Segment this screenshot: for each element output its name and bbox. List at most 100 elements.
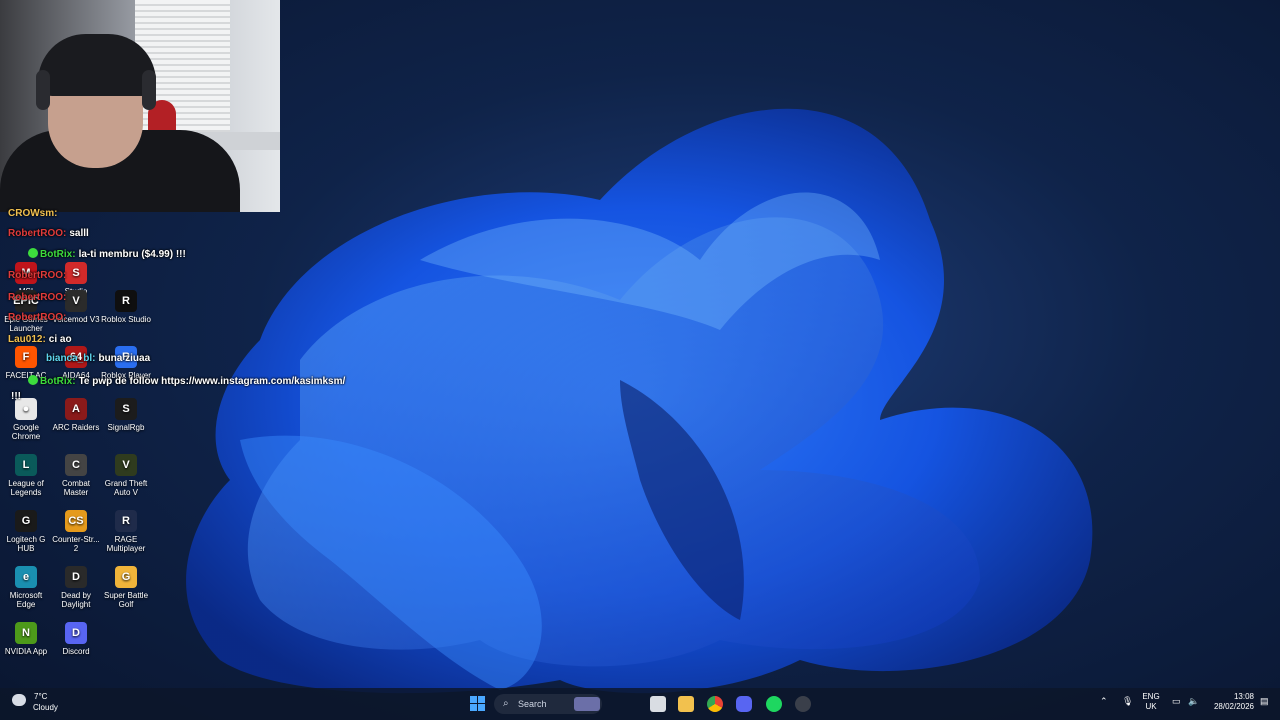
chat-username: RobertROO: — [8, 292, 67, 303]
chat-text: Te pwp de follow https://www.instagram.c… — [78, 376, 346, 387]
taskbar-search[interactable]: ⌕ Search — [494, 694, 602, 714]
lang-primary: ENG — [1142, 692, 1160, 701]
app-icon: G — [115, 566, 137, 588]
app-icon: V — [115, 454, 137, 476]
app-icon: CS — [65, 510, 87, 532]
network-icon[interactable]: ▭ — [1172, 696, 1181, 706]
chat-message: RobertROO: — [8, 312, 69, 323]
desktop-icon-label: Counter-Str... 2 — [52, 535, 100, 553]
weather-desc: Cloudy — [33, 703, 58, 712]
desktop-icon[interactable]: G Super Battle Golf — [100, 566, 152, 609]
chat-text: !!! — [11, 391, 21, 402]
chat-message: BotRix: Te pwp de follow https://www.inst… — [28, 375, 345, 387]
clock-date: 28/02/2026 — [1213, 702, 1254, 711]
chat-text: salll — [69, 228, 89, 239]
app-icon: C — [65, 454, 87, 476]
desktop-icon-label: RAGE Multiplayer — [106, 535, 146, 553]
desktop-icon[interactable]: S SignalRgb — [100, 398, 152, 432]
desktop-icon-label: Dead by Daylight — [61, 591, 91, 609]
microphone-icon[interactable]: 🎙 — [1122, 696, 1133, 706]
chat-message: CROWsm: — [8, 208, 60, 219]
desktop-icon-label: ARC Raiders — [52, 423, 100, 432]
chat-message: bianca_bl: buna ziuaa — [46, 353, 150, 364]
chat-text: buna ziuaa — [98, 353, 151, 364]
chat-username: RobertROO: — [8, 312, 67, 323]
spotify-icon[interactable] — [766, 696, 782, 712]
desktop-icon[interactable]: V Grand Theft Auto V — [100, 454, 152, 497]
chat-username: CROWsm: — [8, 208, 58, 219]
weather-temp: 7°C — [34, 692, 48, 701]
app-icon: A — [65, 398, 87, 420]
app-icon: N — [15, 622, 37, 644]
chat-username: BotRix: — [40, 376, 76, 387]
chat-username: BotRix: — [40, 249, 76, 260]
desktop-icon-label: Microsoft Edge — [9, 591, 43, 609]
app-icon: L — [15, 454, 37, 476]
lang-secondary: UK — [1145, 702, 1157, 711]
desktop-icon[interactable]: R Roblox Studio — [100, 290, 152, 324]
start-button[interactable] — [470, 696, 486, 712]
steam-icon[interactable] — [795, 696, 811, 712]
search-icon: ⌕ — [503, 698, 509, 709]
desktop-icon-label: Logitech G HUB — [6, 535, 46, 553]
task-view-icon[interactable] — [650, 696, 666, 712]
app-icon: F — [15, 346, 37, 368]
desktop-icon[interactable]: D Dead by Daylight — [50, 566, 102, 609]
chat-message: RobertROO: salll — [8, 228, 89, 239]
chat-username: RobertROO: — [8, 228, 67, 239]
webcam-overlay — [0, 0, 280, 212]
desktop-icon-label: SignalRgb — [107, 423, 145, 432]
desktop-icon[interactable]: L League of Legends — [0, 454, 52, 497]
desktop-icon[interactable]: CS Counter-Str... 2 — [50, 510, 102, 553]
chat-message: !!! — [8, 391, 21, 402]
desktop-icon[interactable]: R RAGE Multiplayer — [100, 510, 152, 553]
chat-message: BotRix: la-ti membru ($4.99) !!! — [28, 248, 186, 260]
chat-message: RobertROO: — [8, 270, 69, 281]
app-icon: R — [115, 510, 137, 532]
webcam-headset-right — [142, 70, 156, 110]
desktop-icon-label: Google Chrome — [11, 423, 41, 441]
desktop-icon[interactable]: e Microsoft Edge — [0, 566, 52, 609]
desktop-icon[interactable]: ● Google Chrome — [0, 398, 52, 441]
desktop-icon-label: Grand Theft Auto V — [104, 479, 148, 497]
file-explorer-icon[interactable] — [678, 696, 694, 712]
desktop-icon[interactable]: A ARC Raiders — [50, 398, 102, 432]
bot-badge-icon — [28, 375, 38, 385]
search-placeholder: Search — [518, 699, 547, 709]
cloud-icon — [12, 694, 26, 706]
desktop-icon-label: Super Battle Golf — [103, 591, 149, 609]
desktop-icon[interactable]: N NVIDIA App — [0, 622, 52, 656]
chat-username: bianca_bl: — [46, 353, 96, 364]
chat-text: la-ti membru ($4.99) !!! — [78, 249, 186, 260]
app-icon: G — [15, 510, 37, 532]
desktop-icon[interactable]: C Combat Master — [50, 454, 102, 497]
chat-message: Lau012: ci ao — [8, 334, 72, 345]
desktop-icon-label: League of Legends — [8, 479, 44, 497]
chat-username: RobertROO: — [8, 270, 67, 281]
app-icon: S — [115, 398, 137, 420]
taskbar — [0, 688, 1280, 720]
notification-icon[interactable]: ▤ — [1260, 696, 1269, 706]
app-icon: e — [15, 566, 37, 588]
chat-text: ci ao — [48, 334, 72, 345]
clock[interactable]: 13:08 28/02/2026 — [1208, 692, 1254, 712]
app-icon: D — [65, 566, 87, 588]
desktop-icon[interactable]: D Discord — [50, 622, 102, 656]
app-icon: D — [65, 622, 87, 644]
chrome-icon[interactable] — [707, 696, 723, 712]
language-indicator[interactable]: ENG UK — [1142, 692, 1160, 712]
bot-badge-icon — [28, 248, 38, 258]
chat-message: RobertROO: — [8, 292, 69, 303]
desktop-icon-label: Roblox Studio — [101, 315, 151, 324]
desktop-icon[interactable]: G Logitech G HUB — [0, 510, 52, 553]
discord-icon[interactable] — [736, 696, 752, 712]
search-highlight-icon — [574, 697, 600, 711]
chat-username: Lau012: — [8, 334, 46, 345]
desktop-icon-label: NVIDIA App — [4, 647, 48, 656]
app-icon: R — [115, 290, 137, 312]
chevron-up-icon[interactable]: ⌃ — [1100, 696, 1108, 706]
desktop-icon-label: Combat Master — [61, 479, 90, 497]
clock-time: 13:08 — [1233, 692, 1254, 701]
volume-icon[interactable]: 🔈 — [1188, 696, 1199, 706]
desktop-icon-label: Discord — [62, 647, 90, 656]
